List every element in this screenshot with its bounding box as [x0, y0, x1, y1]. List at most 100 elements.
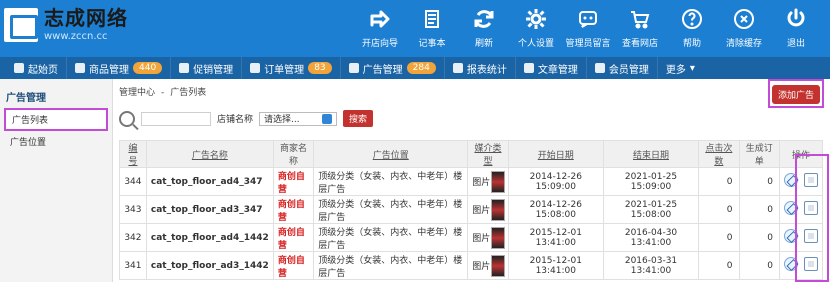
top-nav-label: 帮助 — [682, 39, 701, 49]
cell-start: 2015-12-01 13:41:00 — [507, 251, 604, 280]
cell-ad-name: cat_top_floor_ad3_347 — [145, 195, 274, 224]
content-area: 广告管理 广告列表 广告位置 管理中心 - 广告列表 添加广告 店铺名称 请选择..… — [0, 79, 830, 282]
users-icon — [594, 63, 605, 73]
menu-member-management[interactable]: 会员管理 — [587, 57, 658, 79]
cell-start: 2014-12-26 15:09:00 — [507, 167, 604, 196]
power-icon — [783, 6, 809, 32]
cell-media: 图片 — [467, 251, 509, 280]
menu-promotion-management[interactable]: 促销管理 — [171, 57, 243, 79]
chat-icon — [575, 6, 601, 32]
top-nav-logout[interactable]: 退出 — [770, 0, 822, 57]
top-bar: 志成网络 www.zccn.cc 开店向导 记事本 刷新 个人设置 管理员留言 … — [0, 0, 830, 57]
menu-article-management[interactable]: 文章管理 — [516, 57, 587, 79]
arrow-icon — [367, 6, 393, 32]
cell-orders: 0 — [738, 223, 780, 252]
menu-report-statistics[interactable]: 报表统计 — [445, 57, 516, 79]
cell-ad-name: cat_top_floor_ad4_347 — [145, 167, 274, 196]
top-nav-notebook[interactable]: 记事本 — [406, 0, 458, 57]
cell-start: 2014-12-26 15:08:00 — [507, 195, 604, 224]
menu-start-page[interactable]: 起始页 — [6, 57, 67, 79]
table-row: 343 cat_top_floor_ad3_347 商创自营 顶级分类（女装、内… — [119, 195, 824, 224]
dropdown-arrow-icon — [322, 113, 333, 124]
col-start[interactable]: 开始日期 — [507, 140, 604, 168]
sidebar-item-ad-list[interactable]: 广告列表 — [4, 108, 108, 131]
top-nav-label: 查看网店 — [621, 39, 658, 49]
cell-id: 343 — [119, 195, 147, 224]
merchant-filter-label: 店铺名称 — [217, 115, 254, 125]
add-ad-button[interactable]: 添加广告 — [771, 85, 820, 104]
col-orders: 生成订单 — [738, 140, 780, 168]
cell-clicks: 0 — [698, 251, 740, 280]
clipboard-icon — [250, 63, 261, 73]
count-badge: 284 — [406, 62, 436, 74]
top-nav-view-store[interactable]: 查看网店 — [614, 0, 666, 57]
brand-title: 志成网络 — [44, 6, 128, 30]
home-icon — [14, 63, 24, 73]
list-icon — [523, 63, 534, 73]
top-nav-open-store-guide[interactable]: 开店向导 — [354, 0, 406, 57]
cell-merchant: 商创自营 — [272, 167, 315, 196]
col-id[interactable]: 编号 — [119, 140, 147, 168]
cell-orders: 0 — [738, 167, 780, 196]
cell-id: 342 — [119, 223, 147, 252]
col-end[interactable]: 结束日期 — [602, 140, 700, 168]
menu-ad-management[interactable]: 广告管理 284 — [341, 57, 445, 79]
table-row: 342 cat_top_floor_ad4_1442 商创自营 顶级分类（女装、… — [119, 223, 824, 252]
help-icon — [679, 6, 705, 32]
sidebar-item-ad-position[interactable]: 广告位置 — [0, 131, 112, 152]
brand-logo: 志成网络 www.zccn.cc — [4, 3, 132, 47]
top-nav-help[interactable]: 帮助 — [666, 0, 718, 57]
brand-url: www.zccn.cc — [44, 31, 108, 42]
count-badge: 83 — [308, 62, 332, 74]
table-row: 341 cat_top_floor_ad3_1442 商创自营 顶级分类（女装、… — [119, 251, 824, 280]
cell-clicks: 0 — [698, 167, 740, 196]
cell-start: 2015-12-01 13:41:00 — [507, 223, 604, 252]
top-nav-clear-cache[interactable]: 清除缓存 — [718, 0, 770, 57]
col-media[interactable]: 媒介类型 — [467, 140, 509, 168]
close-circle-icon — [731, 6, 757, 32]
cell-clicks: 0 — [698, 223, 740, 252]
sidebar: 广告管理 广告列表 广告位置 — [0, 79, 113, 282]
col-position[interactable]: 广告位置 — [313, 140, 469, 168]
chevron-down-icon: ▾ — [689, 62, 695, 74]
main-panel: 管理中心 - 广告列表 添加广告 店铺名称 请选择... 搜索 编号 广告名称 商家… — [113, 79, 830, 282]
breadcrumb-separator: - — [161, 88, 165, 98]
menu-product-management[interactable]: 商品管理 440 — [67, 57, 172, 79]
cell-merchant: 商创自营 — [272, 251, 315, 280]
cell-merchant: 商创自营 — [272, 195, 315, 224]
count-badge: 440 — [133, 62, 163, 74]
logo-icon — [4, 8, 38, 42]
cell-media: 图片 — [467, 223, 509, 252]
breadcrumb-current: 广告列表 — [170, 88, 207, 98]
col-ad-name[interactable]: 广告名称 — [145, 140, 274, 168]
speaker-icon — [348, 63, 359, 73]
top-nav: 开店向导 记事本 刷新 个人设置 管理员留言 查看网店 帮助 清除缓存 退出 — [354, 0, 822, 57]
cell-clicks: 0 — [698, 195, 740, 224]
top-nav-personal-settings[interactable]: 个人设置 — [510, 0, 562, 57]
breadcrumb-root[interactable]: 管理中心 — [119, 88, 155, 98]
cell-media: 图片 — [467, 195, 509, 224]
promo-icon — [179, 63, 190, 73]
cart-icon — [627, 6, 653, 32]
cell-position: 顶级分类（女装、内衣、中老年）楼层广告 — [313, 167, 469, 196]
top-nav-label: 清除缓存 — [725, 39, 762, 49]
sidebar-title: 广告管理 — [6, 93, 46, 104]
menu-more[interactable]: 更多 ▾ — [658, 57, 703, 79]
top-nav-label: 开店向导 — [361, 39, 398, 49]
cell-end: 2021-01-25 15:08:00 — [602, 195, 700, 224]
ads-table: 编号 广告名称 商家名称 广告位置 媒介类型 开始日期 结束日期 点击次数 生成… — [119, 140, 824, 280]
search-button[interactable]: 搜索 — [343, 110, 374, 127]
top-nav-admin-message[interactable]: 管理员留言 — [562, 0, 614, 57]
top-nav-refresh[interactable]: 刷新 — [458, 0, 510, 57]
col-clicks[interactable]: 点击次数 — [698, 140, 740, 168]
menu-order-management[interactable]: 订单管理 83 — [242, 57, 341, 79]
search-input[interactable] — [141, 111, 211, 126]
media-thumbnail-icon — [490, 199, 505, 221]
top-nav-label: 退出 — [786, 39, 805, 49]
top-nav-label: 记事本 — [418, 39, 446, 49]
chart-icon — [452, 63, 463, 73]
cell-orders: 0 — [738, 195, 780, 224]
cell-end: 2016-04-30 13:41:00 — [602, 223, 700, 252]
media-thumbnail-icon — [490, 255, 505, 277]
merchant-select[interactable]: 请选择... — [259, 111, 338, 126]
